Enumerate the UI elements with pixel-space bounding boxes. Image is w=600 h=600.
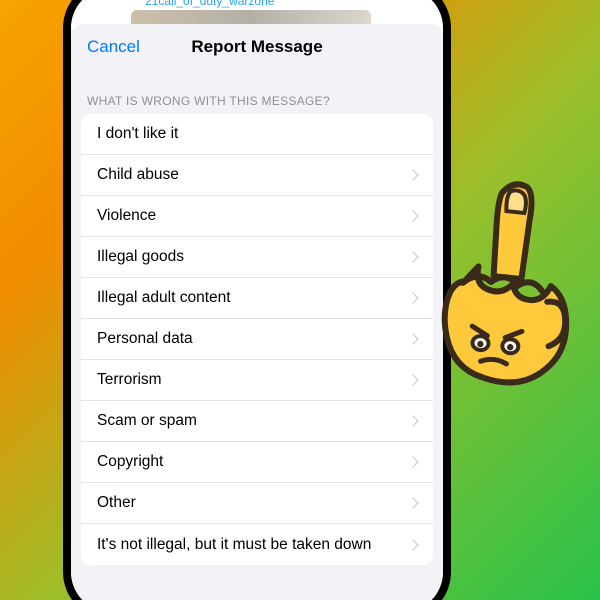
nav-bar: Cancel Report Message [71,24,443,70]
section-header: WHAT IS WRONG WITH THIS MESSAGE? [71,70,443,114]
report-option-label: Child abuse [97,166,411,184]
chevron-right-icon [411,250,419,264]
chevron-right-icon [411,209,419,223]
report-option-row[interactable]: It's not illegal, but it must be taken d… [81,524,433,565]
report-option-label: Illegal goods [97,248,411,266]
report-option-row[interactable]: Illegal adult content [81,278,433,319]
report-option-row[interactable]: I don't like it [81,114,433,155]
report-option-row[interactable]: Violence [81,196,433,237]
report-option-row[interactable]: Personal data [81,319,433,360]
sheet-title: Report Message [191,37,322,57]
report-option-label: Terrorism [97,371,411,389]
report-option-row[interactable]: Child abuse [81,155,433,196]
cancel-button[interactable]: Cancel [87,37,140,57]
report-option-label: Illegal adult content [97,289,411,307]
report-option-label: I don't like it [97,125,419,143]
report-option-row[interactable]: Other [81,483,433,524]
report-options-list: I don't like it Child abuse Violence Illega… [81,114,433,565]
chevron-right-icon [411,538,419,552]
report-option-label: Other [97,494,411,512]
chevron-right-icon [411,168,419,182]
chevron-right-icon [411,291,419,305]
report-option-label: Scam or spam [97,412,411,430]
report-option-label: Violence [97,207,411,225]
chevron-right-icon [411,414,419,428]
report-option-label: Personal data [97,330,411,348]
angry-pointing-hand-sticker [418,170,585,394]
phone-frame: 21call_of_duty_warzone Cancel Report Mes… [63,0,451,600]
report-option-label: Copyright [97,453,411,471]
chevron-right-icon [411,496,419,510]
report-option-row[interactable]: Copyright [81,442,433,483]
report-option-row[interactable]: Illegal goods [81,237,433,278]
report-option-label: It's not illegal, but it must be taken d… [97,536,411,554]
report-sheet: Cancel Report Message WHAT IS WRONG WITH… [71,24,443,600]
chat-link: 21call_of_duty_warzone [145,0,274,8]
chevron-right-icon [411,455,419,469]
report-option-row[interactable]: Terrorism [81,360,433,401]
chevron-right-icon [411,332,419,346]
report-option-row[interactable]: Scam or spam [81,401,433,442]
phone-screen: 21call_of_duty_warzone Cancel Report Mes… [71,0,443,600]
